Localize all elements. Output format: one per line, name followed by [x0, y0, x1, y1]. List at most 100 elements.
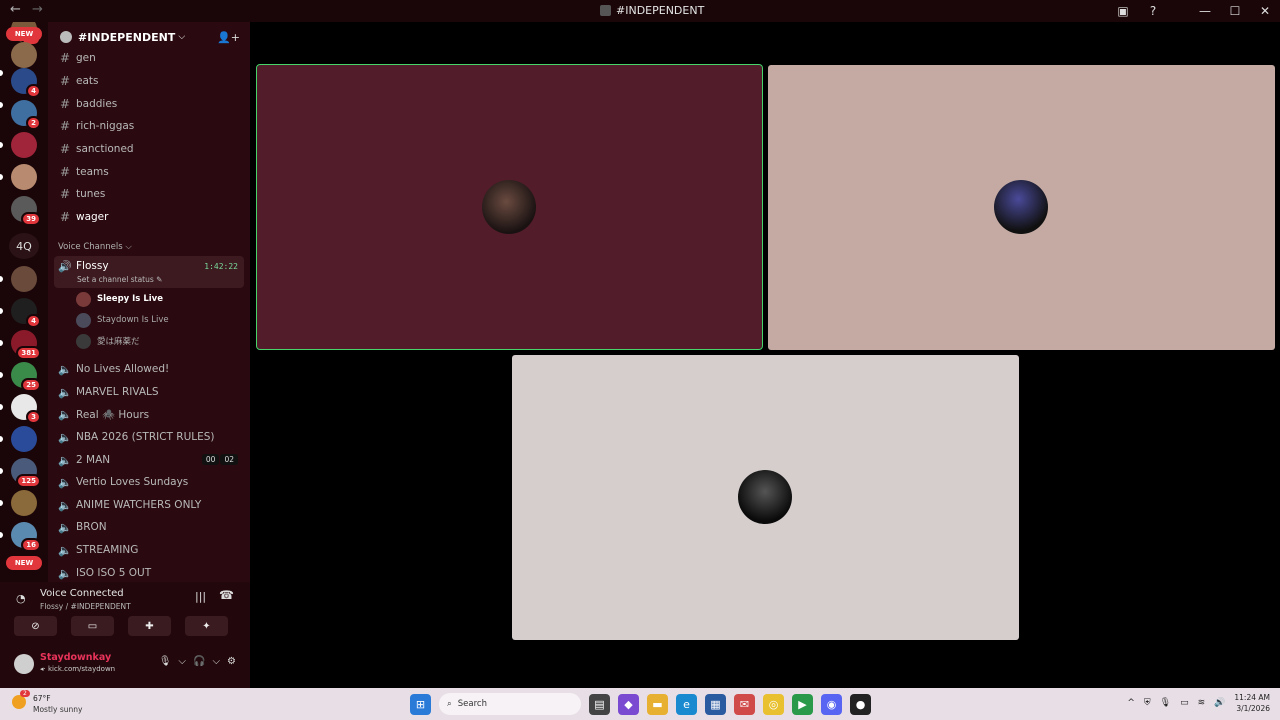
channel-gen[interactable]: # gen [56, 48, 246, 68]
channel-teams[interactable]: # teams [56, 162, 246, 182]
inbox-icon[interactable]: ▣ [1108, 0, 1138, 22]
voice-channel[interactable]: 🔈 ANIME WATCHERS ONLY [54, 494, 244, 516]
windows-start-icon[interactable]: ⊞ [410, 693, 431, 715]
clock[interactable]: 11:24 AM 3/1/2026 [1234, 692, 1270, 714]
add-member-icon[interactable]: 👤+ [217, 31, 240, 44]
volume-icon[interactable]: 🔊 [1214, 698, 1225, 708]
user-status: ◂· kick.com/staydown [40, 665, 116, 673]
voice-channel-active[interactable]: 🔊 Flossy 1:42:22 Set a channel status ✎ [54, 256, 244, 288]
mention-badge: 4 [26, 84, 41, 98]
gear-icon[interactable]: ⚙ [227, 656, 236, 667]
username[interactable]: Staydownkay [40, 652, 111, 663]
voice-channel[interactable]: 🔈 ISO ISO 5 OUT [54, 562, 244, 582]
disconnect-icon[interactable]: ☎ [219, 588, 234, 602]
microphone-icon[interactable]: 🎙 [1160, 698, 1171, 708]
hash-icon: # [60, 119, 71, 133]
chevron-down-icon[interactable]: ⌵ [178, 656, 186, 667]
server-icon[interactable]: 16 [11, 522, 41, 552]
display-icon[interactable]: ▭ [1180, 698, 1189, 708]
server-icon[interactable] [11, 164, 37, 190]
channel-sidebar: #INDEPENDENT ⌵ 👤+ # gen # eats # baddies # r… [48, 22, 250, 582]
taskbar-search[interactable]: ⌕ Search [439, 693, 581, 715]
back-arrow-icon[interactable]: ← [10, 2, 21, 17]
forward-arrow-icon[interactable]: → [32, 2, 43, 17]
avatar[interactable] [14, 654, 34, 674]
file-explorer-icon[interactable]: ▬ [647, 693, 668, 715]
voice-member[interactable]: Staydown Is Live [76, 311, 169, 329]
voice-channel[interactable]: 🔈 NBA 2026 (STRICT RULES) [54, 426, 244, 448]
activities-button[interactable]: ✚ [128, 616, 171, 636]
noise-suppression-icon[interactable]: ||| [195, 590, 206, 603]
voice-category-header[interactable]: Voice Channels ⌵ [58, 242, 132, 252]
task-view-icon[interactable]: ▤ [589, 693, 610, 715]
hash-icon: # [60, 97, 71, 111]
voice-status: Voice Connected [40, 588, 124, 599]
server-icon[interactable]: 125 [11, 458, 41, 488]
server-icon[interactable]: 4 [11, 298, 41, 328]
server-icon[interactable]: 2 [11, 100, 41, 130]
voice-channel[interactable]: 🔈 Vertio Loves Sundays [54, 471, 244, 493]
channel-eats[interactable]: # eats [56, 71, 246, 91]
outlook-icon[interactable]: ✉ [734, 693, 755, 715]
speaker-icon: 🔈 [58, 362, 72, 376]
camera-off-button[interactable]: ⊘ [14, 616, 57, 636]
microphone-icon[interactable]: 🎙 [159, 656, 172, 667]
voice-channel[interactable]: 🔈 2 MAN 00 02 [54, 449, 244, 471]
edge-browser-icon[interactable]: e [676, 693, 697, 715]
participant-tile[interactable] [256, 64, 763, 350]
server-icon[interactable]: 4 [11, 68, 41, 98]
signal-icon[interactable]: ◔ [16, 592, 26, 605]
participant-tile[interactable] [768, 65, 1275, 350]
server-icon[interactable]: 381 [11, 330, 41, 360]
hash-icon: # [60, 51, 71, 65]
channel-wager[interactable]: # wager [56, 207, 246, 227]
store-icon[interactable]: ▦ [705, 693, 726, 715]
set-status-link[interactable]: Set a channel status ✎ [77, 275, 162, 284]
unread-indicator [0, 174, 3, 180]
voice-channel[interactable]: 🔈 STREAMING [54, 539, 244, 561]
call-timer: 1:42:22 [204, 262, 238, 271]
chevron-up-icon[interactable]: ^ [1127, 698, 1135, 708]
chevron-down-icon[interactable]: ⌵ [212, 656, 220, 667]
voice-member[interactable]: Sleepy Is Live [76, 290, 163, 308]
voice-channel[interactable]: 🔈 MARVEL RIVALS [54, 381, 244, 403]
temperature: 67°F [33, 694, 51, 703]
server-icon[interactable] [11, 42, 37, 68]
wifi-icon[interactable]: ≋ [1198, 698, 1206, 708]
participant-tile[interactable] [512, 355, 1019, 640]
server-icon[interactable]: 25 [11, 362, 41, 392]
voice-location[interactable]: Flossy / #INDEPENDENT [40, 602, 131, 611]
minimize-button[interactable]: — [1190, 0, 1220, 22]
unread-indicator [0, 468, 3, 474]
new-pill[interactable]: NEW [6, 556, 42, 570]
voice-member[interactable]: 愛は麻薬だ [76, 332, 140, 350]
voice-channel[interactable]: 🔈 BRON [54, 516, 244, 538]
server-icon[interactable] [11, 490, 37, 516]
server-icon[interactable]: 3 [11, 394, 41, 424]
server-icon[interactable] [11, 266, 37, 292]
channel-sanctioned[interactable]: # sanctioned [56, 139, 246, 159]
channel-baddies[interactable]: # baddies [56, 94, 246, 114]
title-bar: ← → #INDEPENDENT ▣ ? — ☐ ✕ [0, 0, 1280, 22]
security-icon[interactable]: ⛨ [1144, 698, 1151, 708]
soundboard-button[interactable]: ✦ [185, 616, 228, 636]
maximize-button[interactable]: ☐ [1220, 0, 1250, 22]
server-icon[interactable] [11, 132, 37, 158]
server-icon[interactable]: 39 [11, 196, 41, 226]
share-screen-button[interactable]: ▭ [71, 616, 114, 636]
voice-channel[interactable]: 🔈 Real 🕷️ Hours [54, 403, 244, 425]
server-icon[interactable] [11, 426, 37, 452]
app-icon[interactable]: ● [850, 693, 871, 715]
voice-channel[interactable]: 🔈 No Lives Allowed! [54, 358, 244, 380]
chrome-icon[interactable]: ◎ [763, 693, 784, 715]
media-app-icon[interactable]: ▶ [792, 693, 813, 715]
channel-tunes[interactable]: # tunes [56, 184, 246, 204]
help-icon[interactable]: ? [1138, 0, 1168, 22]
channel-rich[interactable]: # rich-niggas [56, 116, 246, 136]
headphones-icon[interactable]: 🎧 [193, 656, 205, 667]
widgets-app-icon[interactable]: ◆ [618, 693, 639, 715]
new-pill[interactable]: NEW [6, 27, 42, 41]
server-4q[interactable]: 4Q [9, 233, 39, 259]
discord-icon[interactable]: ◉ [821, 693, 842, 715]
close-button[interactable]: ✕ [1250, 0, 1280, 22]
